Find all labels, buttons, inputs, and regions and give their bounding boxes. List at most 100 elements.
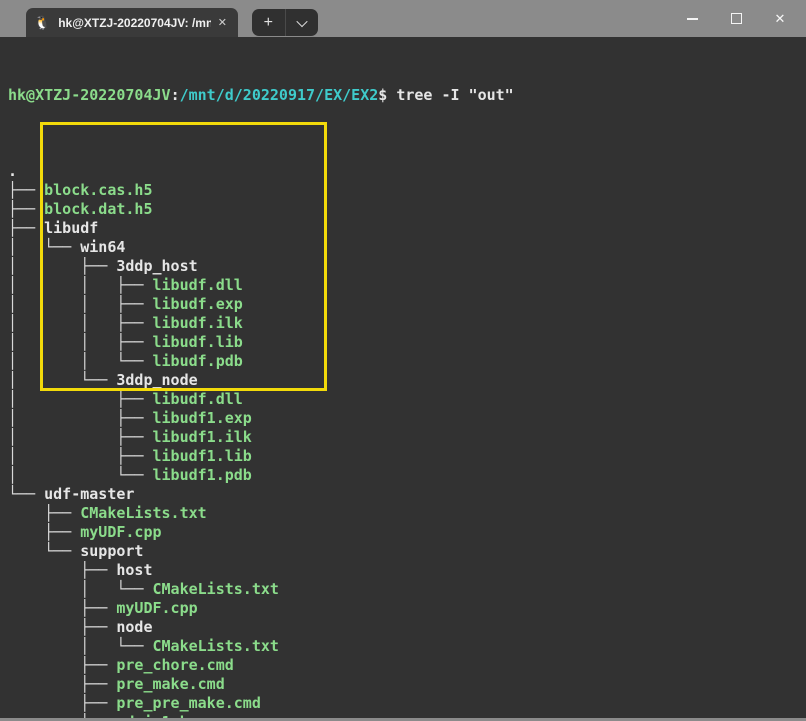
terminal-content[interactable]: hk@XTZJ-20220704JV:/mnt/d/20220917/EX/EX… [0, 37, 806, 718]
tree-branch: │ └── [8, 580, 153, 598]
tree-line: └── udf-master [8, 485, 806, 504]
tree-branch: │ ├── [8, 447, 153, 465]
new-tab-button[interactable]: + [252, 9, 286, 36]
file-name: libudf.ilk [153, 314, 243, 332]
tree-line: │ └── win64 [8, 238, 806, 257]
tree-line: ├── myUDF.cpp [8, 599, 806, 618]
directory-name: 3ddp_node [116, 371, 197, 389]
terminal-window: { "window": { "title_bar": { "tab_title"… [0, 0, 806, 721]
window-controls: ✕ [670, 0, 802, 37]
file-name: libudf.dll [153, 276, 243, 294]
minimize-button[interactable] [670, 0, 714, 37]
tab-actions: + [252, 9, 318, 36]
tree-line: │ └── 3ddp_node [8, 371, 806, 390]
file-name: libudf1.exp [153, 409, 252, 427]
terminal-tab[interactable]: 🐧 hk@XTZJ-20220704JV: /mnt/ ✕ [26, 8, 238, 37]
directory-name: libudf [44, 219, 98, 237]
tree-line: ├── node [8, 618, 806, 637]
file-name: pre_chore.cmd [116, 656, 233, 674]
tree-branch: ├── [8, 561, 116, 579]
tree-branch: │ │ ├── [8, 314, 153, 332]
tree-line: ├── block.dat.h5 [8, 200, 806, 219]
tree-line: ├── pre_chore.cmd [8, 656, 806, 675]
file-name: libudf.exp [153, 295, 243, 313]
file-name: libudf.lib [153, 333, 243, 351]
tree-branch: │ │ ├── [8, 333, 153, 351]
tree-line: . [8, 162, 806, 181]
file-name: myUDF.cpp [116, 599, 197, 617]
tree-line: ├── libudf [8, 219, 806, 238]
tree-branch: │ ├── [8, 428, 153, 446]
tree-line: │ ├── libudf.dll [8, 390, 806, 409]
tree-line: ├── host [8, 561, 806, 580]
prompt-path: /mnt/d/20220917/EX/EX2 [180, 86, 379, 104]
directory-name: 3ddp_host [116, 257, 197, 275]
maximize-button[interactable] [714, 0, 758, 37]
tree-line: │ ├── 3ddp_host [8, 257, 806, 276]
tree-line: │ │ ├── libudf.exp [8, 295, 806, 314]
prompt-user: hk@XTZJ-20220704JV [8, 86, 171, 104]
tree-branch: │ │ └── [8, 352, 153, 370]
tree-line: ├── block.cas.h5 [8, 181, 806, 200]
tree-branch: ├── [8, 656, 116, 674]
file-name: CMakeLists.txt [80, 504, 206, 522]
tree-line: └── support [8, 542, 806, 561]
file-name: libudf1.ilk [153, 428, 252, 446]
tree-line: │ │ └── libudf.pdb [8, 352, 806, 371]
directory-name: . [8, 162, 17, 180]
tree-line: │ │ ├── libudf.lib [8, 333, 806, 352]
title-bar: 🐧 hk@XTZJ-20220704JV: /mnt/ ✕ + ✕ [0, 0, 806, 37]
tree-branch: │ ├── [8, 409, 153, 427]
directory-name: win64 [80, 238, 125, 256]
tree-line: │ └── CMakeLists.txt [8, 580, 806, 599]
tree-line: │ ├── libudf1.exp [8, 409, 806, 428]
tree-line: ├── pre_make.cmd [8, 675, 806, 694]
close-icon: ✕ [775, 12, 786, 25]
tree-line: │ └── CMakeLists.txt [8, 637, 806, 656]
tree-line: │ ├── libudf1.lib [8, 447, 806, 466]
file-name: myUDF.cpp [80, 523, 161, 541]
tree-branch: │ │ ├── [8, 295, 153, 313]
tree-branch: │ └── [8, 466, 153, 484]
file-name: pre_make.cmd [116, 675, 224, 693]
tree-line: ├── myUDF.cpp [8, 523, 806, 542]
tree-branch: ├── [8, 219, 44, 237]
tree-branch: ├── [8, 200, 44, 218]
tree-line: │ │ ├── libudf.ilk [8, 314, 806, 333]
linux-penguin-icon: 🐧 [34, 16, 50, 29]
tree-branch: ├── [8, 504, 80, 522]
directory-name: udf-master [44, 485, 134, 503]
tree-branch: ├── [8, 599, 116, 617]
file-name: libudf.pdb [153, 352, 243, 370]
tree-branch: ├── [8, 618, 116, 636]
tree-line: │ │ ├── libudf.dll [8, 276, 806, 295]
file-name: libudf1.lib [153, 447, 252, 465]
file-name: block.dat.h5 [44, 200, 152, 218]
close-button[interactable]: ✕ [758, 0, 802, 37]
tree-line: │ └── libudf1.pdb [8, 466, 806, 485]
tree-branch: ├── [8, 675, 116, 693]
file-name: libudf1.pdb [153, 466, 252, 484]
tree-branch: └── [8, 485, 44, 503]
maximize-icon [731, 13, 742, 24]
tree-branch: ├── [8, 181, 44, 199]
command-text: tree -I "out" [396, 86, 513, 104]
tree-branch: ├── [8, 523, 80, 541]
tree-branch: │ └── [8, 371, 116, 389]
tree-branch: └── [8, 542, 80, 560]
tab-title: hk@XTZJ-20220704JV: /mnt/ [58, 16, 211, 30]
directory-name: host [116, 561, 152, 579]
tab-dropdown-button[interactable] [286, 9, 319, 36]
tree-line: │ ├── libudf1.ilk [8, 428, 806, 447]
tree-branch: │ └── [8, 637, 153, 655]
tree-output: .├── block.cas.h5├── block.dat.h5├── lib… [8, 162, 806, 718]
prompt-dollar: $ [378, 86, 387, 104]
file-name: CMakeLists.txt [153, 637, 279, 655]
tab-close-icon[interactable]: ✕ [215, 15, 230, 30]
prompt-separator: : [171, 86, 180, 104]
minimize-icon [687, 18, 698, 20]
tree-branch: │ │ ├── [8, 276, 153, 294]
tree-branch: │ ├── [8, 390, 153, 408]
file-name: CMakeLists.txt [153, 580, 279, 598]
file-name: pre_pre_make.cmd [116, 694, 261, 712]
